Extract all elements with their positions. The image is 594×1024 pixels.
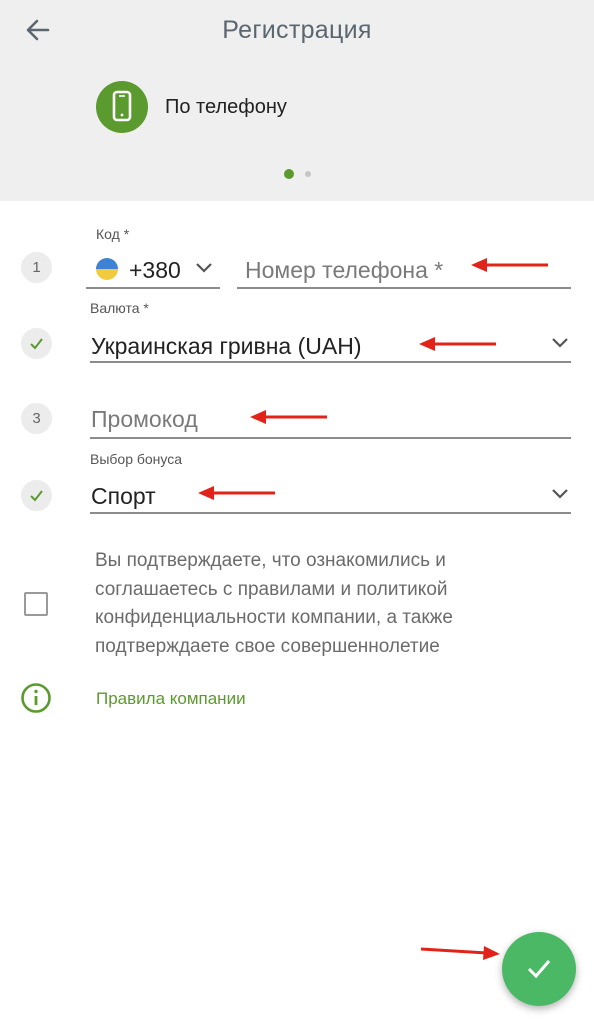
submit-button[interactable] [502, 932, 576, 1006]
currency-underline [90, 361, 571, 363]
info-icon [21, 683, 51, 713]
header: Регистрация По телефону [0, 0, 594, 201]
step-badge: 3 [21, 403, 52, 434]
country-code-value[interactable]: +380 [129, 257, 181, 284]
phone-input[interactable]: Номер телефона * [245, 257, 443, 284]
step-done-badge [21, 328, 52, 359]
smartphone-icon [112, 90, 132, 122]
bonus-select[interactable]: Спорт [91, 483, 156, 510]
pager-dot-active[interactable] [284, 169, 294, 179]
code-label: Код * [96, 226, 130, 242]
pager-dot[interactable] [305, 171, 311, 177]
checkmark-icon [30, 490, 43, 502]
checkmark-icon [30, 338, 43, 350]
chevron-down-icon[interactable] [194, 261, 214, 275]
annotation-arrow-icon [250, 410, 327, 424]
step-done-badge [21, 480, 52, 511]
currency-label: Валюта * [90, 300, 149, 316]
currency-select[interactable]: Украинская гривна (UAH) [91, 333, 362, 360]
bonus-label: Выбор бонуса [90, 451, 183, 467]
promo-input[interactable]: Промокод [91, 406, 198, 433]
consent-checkbox[interactable] [24, 592, 48, 616]
bonus-underline [90, 512, 571, 514]
chevron-down-icon[interactable] [550, 487, 570, 501]
code-underline [86, 287, 220, 289]
step-badge: 1 [21, 252, 52, 283]
checkmark-icon [527, 960, 551, 979]
promo-underline [90, 437, 571, 439]
annotation-arrow-icon [471, 258, 548, 272]
phone-underline [237, 287, 571, 289]
annotation-arrow-icon [419, 337, 496, 351]
registration-method-label[interactable]: По телефону [165, 96, 287, 119]
ukraine-flag-icon [96, 258, 118, 280]
annotation-arrow-icon [420, 946, 500, 960]
registration-method-icon[interactable] [96, 81, 148, 133]
chevron-down-icon[interactable] [550, 336, 570, 350]
annotation-arrow-icon [198, 486, 275, 500]
page-title: Регистрация [222, 16, 372, 44]
company-rules-link[interactable]: Правила компании [96, 689, 246, 709]
consent-text: Вы подтверждаете, что ознакомились и сог… [95, 550, 453, 657]
